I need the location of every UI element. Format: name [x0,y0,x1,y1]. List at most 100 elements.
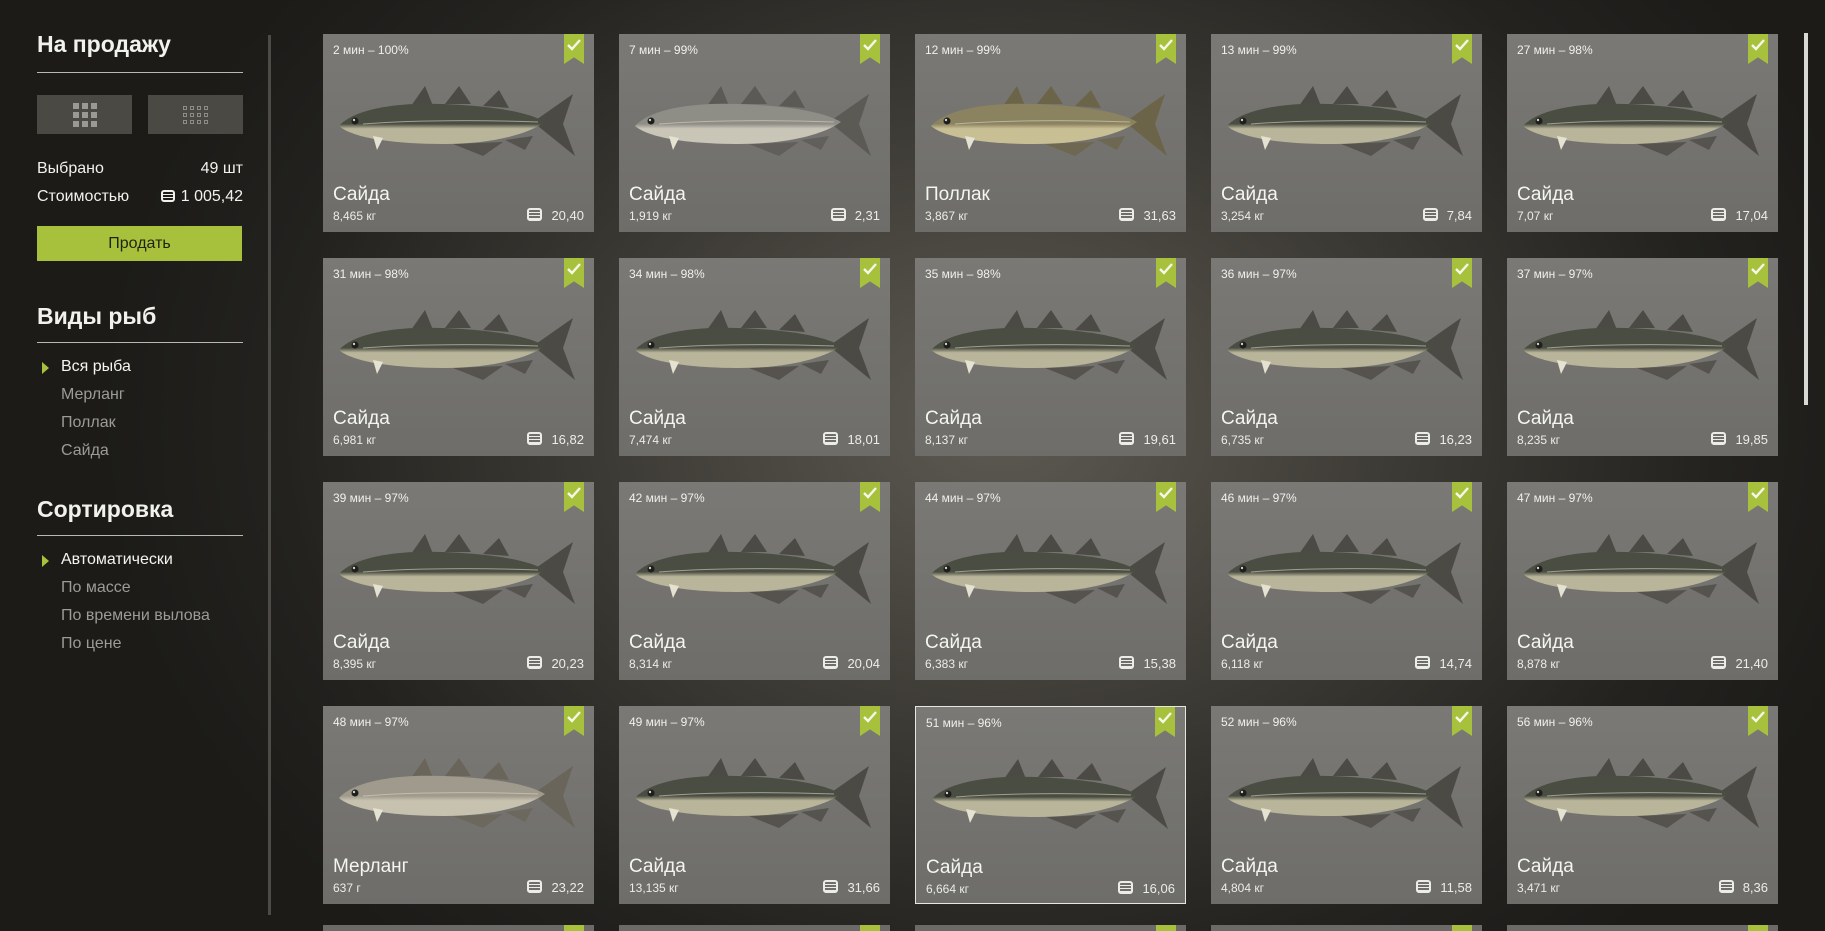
fish-card[interactable]: 36 мин – 97% Сайда 6,735 кг 16,23 [1211,258,1482,456]
for-sale-title: На продажу [37,31,171,57]
fish-price: 11,58 [1416,880,1472,895]
fish-card[interactable]: 31 мин – 98% Сайда 6,981 кг 16,82 [323,258,594,456]
scrollbar[interactable] [1804,33,1808,405]
sort-option-item[interactable]: По времени вылова [61,607,210,625]
species-filter-item[interactable]: Поллак [61,414,116,432]
catch-time-freshness: 27 мин – 98% [1517,43,1593,57]
next-row-card[interactable] [619,925,890,931]
fish-card[interactable]: 34 мин – 98% Сайда 7,474 кг 18,01 [619,258,890,456]
fish-image [925,522,1175,622]
fish-weight: 8,395 кг [333,657,376,671]
coins-icon [1119,208,1135,221]
fish-card[interactable]: 35 мин – 98% Сайда 8,137 кг 19,61 [915,258,1186,456]
coins-icon [527,656,543,669]
selected-check-icon[interactable] [1748,34,1768,64]
fish-card[interactable]: 49 мин – 97% Сайда 13,135 кг 31,66 [619,706,890,904]
fish-price: 7,84 [1422,208,1472,223]
selected-check-icon[interactable] [564,706,584,736]
next-row-card[interactable] [1507,925,1778,931]
selected-check-icon[interactable] [1155,707,1175,737]
catch-time-freshness: 2 мин – 100% [333,43,409,57]
fish-image [333,74,583,174]
fish-price: 31,66 [823,880,880,895]
coins-icon [527,880,543,893]
fish-image [1517,746,1767,846]
selected-check-icon[interactable] [1452,482,1472,512]
selected-check-icon[interactable] [860,34,880,64]
catch-time-freshness: 52 мин – 96% [1221,715,1297,729]
coins-icon [830,208,846,221]
species-filter-item[interactable]: Мерланг [61,386,125,404]
catch-time-freshness: 7 мин – 99% [629,43,698,57]
coins-icon [527,208,543,221]
fish-card[interactable]: 37 мин – 97% Сайда 8,235 кг 19,85 [1507,258,1778,456]
selected-check-icon[interactable] [1156,258,1176,288]
fish-card[interactable]: 51 мин – 96% Сайда 6,664 кг 16,06 [915,706,1186,904]
fish-card[interactable]: 13 мин – 99% Сайда 3,254 кг 7,84 [1211,34,1482,232]
selected-check-icon[interactable] [1748,482,1768,512]
coins-icon [1416,880,1432,893]
sort-option-item[interactable]: По цене [61,635,121,653]
fish-price: 19,61 [1119,432,1176,447]
fish-name: Сайда [925,632,982,653]
fish-price: 23,22 [527,880,584,895]
fish-card[interactable]: 12 мин – 99% Поллак 3,867 кг 31,63 [915,34,1186,232]
fish-card[interactable]: 48 мин – 97% Мерланг 637 г 23,22 [323,706,594,904]
fish-weight: 7,474 кг [629,433,672,447]
fish-image [1221,298,1471,398]
fish-card[interactable]: 56 мин – 96% Сайда 3,471 кг 8,36 [1507,706,1778,904]
fish-image [333,298,583,398]
fish-card[interactable]: 39 мин – 97% Сайда 8,395 кг 20,23 [323,482,594,680]
species-filter-item[interactable]: Сайда [61,442,109,460]
fish-card[interactable]: 44 мин – 97% Сайда 6,383 кг 15,38 [915,482,1186,680]
small-grid-view-button[interactable] [148,95,243,134]
cost-value: 1 005,42 [180,188,243,205]
species-filter-item[interactable]: Вся рыба [61,358,131,376]
section-divider [37,72,243,73]
selected-check-icon[interactable] [1748,258,1768,288]
catch-time-freshness: 49 мин – 97% [629,715,705,729]
fish-card[interactable]: 47 мин – 97% Сайда 8,878 кг 21,40 [1507,482,1778,680]
fish-price: 20,23 [527,656,584,671]
fish-price: 20,04 [823,656,880,671]
fish-name: Сайда [1221,856,1278,877]
fish-card[interactable]: 7 мин – 99% Сайда 1,919 кг 2,31 [619,34,890,232]
cost-label: Стоимостью [37,188,130,205]
next-row-card[interactable] [323,925,594,931]
catch-time-freshness: 56 мин – 96% [1517,715,1593,729]
fish-card[interactable]: 42 мин – 97% Сайда 8,314 кг 20,04 [619,482,890,680]
fish-name: Поллак [925,184,990,205]
selected-check-icon[interactable] [1156,482,1176,512]
fish-name: Сайда [1517,184,1574,205]
selected-check-icon[interactable] [860,706,880,736]
large-grid-view-button[interactable] [37,95,132,134]
selected-check-icon[interactable] [564,34,584,64]
selected-check-icon[interactable] [1452,34,1472,64]
sort-option-item[interactable]: Автоматически [61,551,173,569]
sort-option-item[interactable]: По массе [61,579,131,597]
selected-check-icon[interactable] [1156,34,1176,64]
coins-icon [527,432,543,445]
selected-check-icon[interactable] [1452,706,1472,736]
selected-check-icon[interactable] [564,482,584,512]
fish-card[interactable]: 46 мин – 97% Сайда 6,118 кг 14,74 [1211,482,1482,680]
fish-card[interactable]: 2 мин – 100% Сайда 8,465 кг 20,40 [323,34,594,232]
fish-weight: 1,919 кг [629,209,672,223]
selected-check-icon[interactable] [860,258,880,288]
next-row-card[interactable] [915,925,1186,931]
fish-card[interactable]: 52 мин – 96% Сайда 4,804 кг 11,58 [1211,706,1482,904]
fish-price: 14,74 [1415,656,1472,671]
next-row-card[interactable] [1211,925,1482,931]
selected-check-icon[interactable] [564,258,584,288]
section-divider [37,342,243,343]
catch-time-freshness: 13 мин – 99% [1221,43,1297,57]
sell-button[interactable]: Продать [37,226,242,261]
selected-check-icon[interactable] [860,482,880,512]
fish-image [629,74,879,174]
selected-check-icon[interactable] [1452,258,1472,288]
fish-price: 17,04 [1711,208,1768,223]
fish-card[interactable]: 27 мин – 98% Сайда 7,07 кг 17,04 [1507,34,1778,232]
selected-check-icon[interactable] [1748,706,1768,736]
fish-weight: 6,981 кг [333,433,376,447]
fish-weight: 6,735 кг [1221,433,1264,447]
